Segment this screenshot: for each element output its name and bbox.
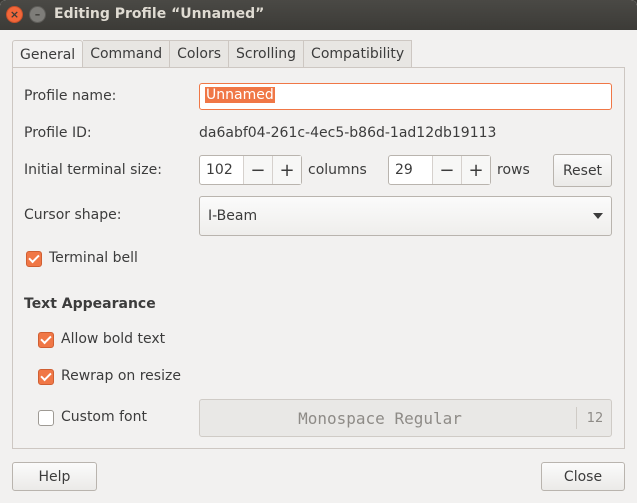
columns-stepper[interactable]: 102 − +	[199, 155, 302, 185]
rewrap-checkbox[interactable]	[38, 369, 54, 385]
allow-bold-checkbox[interactable]	[38, 332, 54, 348]
help-button[interactable]: Help	[12, 462, 97, 491]
tab-colors[interactable]: Colors	[170, 40, 230, 68]
rows-increment-icon[interactable]: +	[460, 156, 490, 184]
columns-label: columns	[308, 162, 367, 178]
rewrap-label[interactable]: Rewrap on resize	[61, 368, 181, 384]
profile-id-label: Profile ID:	[24, 125, 92, 141]
reset-button[interactable]: Reset	[553, 154, 612, 187]
terminal-bell-checkbox[interactable]	[26, 251, 42, 267]
terminal-size-label: Initial terminal size:	[24, 162, 162, 178]
columns-decrement-icon[interactable]: −	[242, 156, 272, 184]
chevron-down-icon	[593, 213, 603, 219]
title-bar[interactable]: × – Editing Profile “Unnamed”	[0, 0, 637, 30]
window-title: Editing Profile “Unnamed”	[54, 6, 265, 22]
tab-scrolling[interactable]: Scrolling	[229, 40, 305, 68]
tab-compatibility[interactable]: Compatibility	[304, 40, 413, 68]
columns-value[interactable]: 102	[200, 156, 243, 184]
custom-font-checkbox[interactable]	[38, 410, 54, 426]
rows-label: rows	[497, 162, 530, 178]
window-close-icon[interactable]: ×	[6, 6, 23, 23]
columns-increment-icon[interactable]: +	[271, 156, 301, 184]
allow-bold-label[interactable]: Allow bold text	[61, 331, 165, 347]
cursor-shape-label: Cursor shape:	[24, 207, 122, 223]
tab-general[interactable]: General	[12, 40, 84, 69]
tab-command[interactable]: Command	[83, 40, 171, 68]
profile-id-value: da6abf04-261c-4ec5-b86d-1ad12db19113	[199, 125, 497, 141]
profile-name-label: Profile name:	[24, 88, 117, 104]
font-separator	[576, 407, 577, 429]
rows-value[interactable]: 29	[389, 156, 432, 184]
profile-editor-window: × – Editing Profile “Unnamed” General Co…	[0, 0, 637, 503]
tab-bar: General Command Colors Scrolling Compati…	[12, 40, 413, 69]
font-size: 12	[586, 410, 604, 426]
text-appearance-heading: Text Appearance	[24, 296, 156, 312]
cursor-shape-select[interactable]: I-Beam	[199, 196, 612, 236]
custom-font-label[interactable]: Custom font	[61, 409, 147, 425]
close-button[interactable]: Close	[541, 462, 625, 491]
cursor-shape-value: I-Beam	[208, 208, 258, 224]
rows-decrement-icon[interactable]: −	[431, 156, 461, 184]
terminal-bell-label[interactable]: Terminal bell	[49, 250, 138, 266]
font-name: Monospace Regular	[298, 408, 462, 428]
font-chooser-button[interactable]: Monospace Regular 12	[199, 399, 612, 437]
rows-stepper[interactable]: 29 − +	[388, 155, 491, 185]
window-minimize-icon[interactable]: –	[29, 6, 46, 23]
profile-name-input[interactable]: Unnamed	[199, 83, 612, 110]
profile-name-value: Unnamed	[205, 87, 275, 103]
